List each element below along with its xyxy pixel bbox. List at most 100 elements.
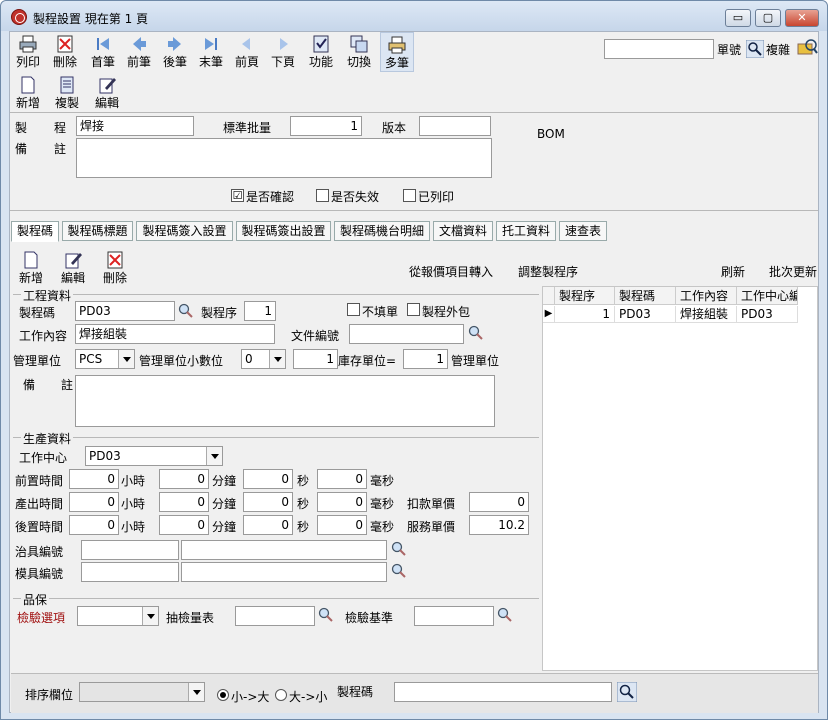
tab-checkin-settings[interactable]: 製程碼簽入設置	[136, 221, 233, 241]
pre-min-input[interactable]: 0	[159, 469, 209, 489]
deduct-price-input[interactable]: 0	[469, 492, 529, 512]
process-input[interactable]: 焊接	[76, 116, 194, 136]
confirmed-checkbox[interactable]: ☑	[231, 189, 244, 202]
table-row-code[interactable]: PD03	[615, 306, 676, 323]
standard-input[interactable]	[414, 606, 494, 626]
batch-update-link[interactable]: 批次更新	[769, 263, 817, 280]
footer-code-input[interactable]	[394, 682, 612, 702]
unit-select[interactable]: PCS	[75, 349, 135, 369]
code-input[interactable]: PD03	[75, 301, 175, 321]
grid-header-content[interactable]: 工作內容	[676, 287, 737, 305]
post-sec-input[interactable]: 0	[243, 515, 293, 535]
remark-label-a: 備	[15, 142, 28, 156]
doc-number-input[interactable]	[604, 39, 714, 59]
last-record-button[interactable]: 末筆	[196, 34, 226, 69]
next-record-button[interactable]: 後筆	[160, 34, 190, 69]
remark-textarea[interactable]	[76, 138, 492, 178]
table-row-content[interactable]: 焊接組裝	[676, 306, 737, 323]
mold-name-input[interactable]	[181, 562, 387, 582]
tab-documents[interactable]: 文檔資料	[433, 221, 493, 241]
detail-delete-button[interactable]: 刪除	[101, 250, 129, 285]
minimize-button[interactable]: ▭	[725, 9, 751, 27]
seq-input[interactable]: 1	[244, 301, 276, 321]
refresh-link[interactable]: 刷新	[721, 263, 745, 280]
printed-checkbox[interactable]	[403, 189, 416, 202]
search-icon[interactable]	[177, 302, 195, 320]
no-fill-checkbox[interactable]	[347, 303, 360, 316]
grid-header-code[interactable]: 製程碼	[615, 287, 676, 305]
ratio-input-2[interactable]: 1	[403, 349, 448, 369]
grid-header-seq[interactable]: 製程序	[555, 287, 615, 305]
sort-desc-radio[interactable]	[275, 689, 287, 701]
switch-icon	[350, 35, 368, 53]
out-ms-input[interactable]: 0	[317, 492, 367, 512]
tab-outsource[interactable]: 托工資料	[496, 221, 556, 241]
doc-input[interactable]	[349, 324, 464, 344]
work-center-select[interactable]: PD03	[85, 446, 223, 466]
window-title: 製程設置 現在第 1 頁	[33, 12, 149, 26]
tab-machine-detail[interactable]: 製程碼機台明細	[334, 221, 430, 241]
prev-record-button[interactable]: 前筆	[124, 34, 154, 69]
delete-button[interactable]: 刪除	[50, 34, 80, 69]
complex-search-icon[interactable]	[796, 36, 818, 58]
content-input[interactable]: 焊接組裝	[75, 324, 275, 344]
std-batch-input[interactable]: 1	[290, 116, 362, 136]
adjust-sequence-link[interactable]: 調整製程序	[518, 263, 578, 280]
grid-header-center[interactable]: 工作中心編	[737, 287, 798, 305]
search-icon[interactable]	[496, 606, 514, 624]
mold-code-input[interactable]	[81, 562, 179, 582]
multi-record-button[interactable]: 多筆	[380, 32, 414, 72]
out-min-input[interactable]: 0	[159, 492, 209, 512]
next-page-button[interactable]: 下頁	[268, 34, 298, 69]
table-row-seq[interactable]: 1	[555, 306, 615, 323]
table-row-center[interactable]: PD03	[737, 306, 798, 323]
search-icon[interactable]	[390, 540, 408, 558]
search-icon[interactable]	[467, 324, 485, 342]
jig-code-input[interactable]	[81, 540, 179, 560]
post-hour-input[interactable]: 0	[69, 515, 119, 535]
close-button[interactable]: ✕	[785, 9, 819, 27]
search-icon[interactable]	[317, 606, 335, 624]
import-quote-link[interactable]: 從報價項目轉入	[409, 263, 493, 280]
unit-decimal-select[interactable]: 0	[241, 349, 286, 369]
inspect-option-select[interactable]	[77, 606, 159, 626]
tab-process-title[interactable]: 製程碼標題	[62, 221, 133, 241]
edit-button[interactable]: 編輯	[92, 75, 122, 110]
first-record-button[interactable]: 首筆	[88, 34, 118, 69]
prev-page-button[interactable]: 前頁	[232, 34, 262, 69]
pre-hour-input[interactable]: 0	[69, 469, 119, 489]
detail-new-button[interactable]: 新增	[17, 250, 45, 285]
sort-field-select[interactable]	[79, 682, 205, 702]
switch-button[interactable]: 切換	[344, 34, 374, 69]
pre-sec-input[interactable]: 0	[243, 469, 293, 489]
service-price-input[interactable]: 10.2	[469, 515, 529, 535]
hour-label: 小時	[121, 520, 146, 534]
search-icon[interactable]	[617, 682, 637, 702]
detail-edit-button[interactable]: 編輯	[59, 250, 87, 285]
search-icon[interactable]	[746, 40, 764, 58]
out-hour-input[interactable]: 0	[69, 492, 119, 512]
maximize-button[interactable]: ▢	[755, 9, 781, 27]
ratio-input-1[interactable]: 1	[293, 349, 338, 369]
out-sec-input[interactable]: 0	[243, 492, 293, 512]
tab-process-code[interactable]: 製程碼	[11, 221, 59, 242]
outsource-checkbox[interactable]	[407, 303, 420, 316]
print-button[interactable]: 列印	[14, 34, 42, 69]
copy-button[interactable]: 複製	[52, 75, 82, 110]
invalid-checkbox[interactable]	[316, 189, 329, 202]
jig-name-input[interactable]	[181, 540, 387, 560]
search-icon[interactable]	[390, 562, 408, 580]
sort-asc-radio[interactable]	[217, 689, 229, 701]
tab-quick-lookup[interactable]: 速查表	[559, 221, 607, 241]
post-ms-input[interactable]: 0	[317, 515, 367, 535]
version-input[interactable]	[419, 116, 491, 136]
detail-remark-textarea[interactable]	[75, 375, 495, 427]
sampling-input[interactable]	[235, 606, 315, 626]
post-min-input[interactable]: 0	[159, 515, 209, 535]
code-label: 製程碼	[19, 306, 56, 320]
tab-checkout-settings[interactable]: 製程碼簽出設置	[236, 221, 331, 241]
pre-ms-input[interactable]: 0	[317, 469, 367, 489]
new-button[interactable]: 新增	[14, 75, 42, 110]
process-grid[interactable]: 製程序 製程碼 工作內容 工作中心編 ▶ 1 PD03 焊接組裝 PD03	[542, 286, 818, 671]
function-button[interactable]: 功能	[306, 34, 336, 69]
